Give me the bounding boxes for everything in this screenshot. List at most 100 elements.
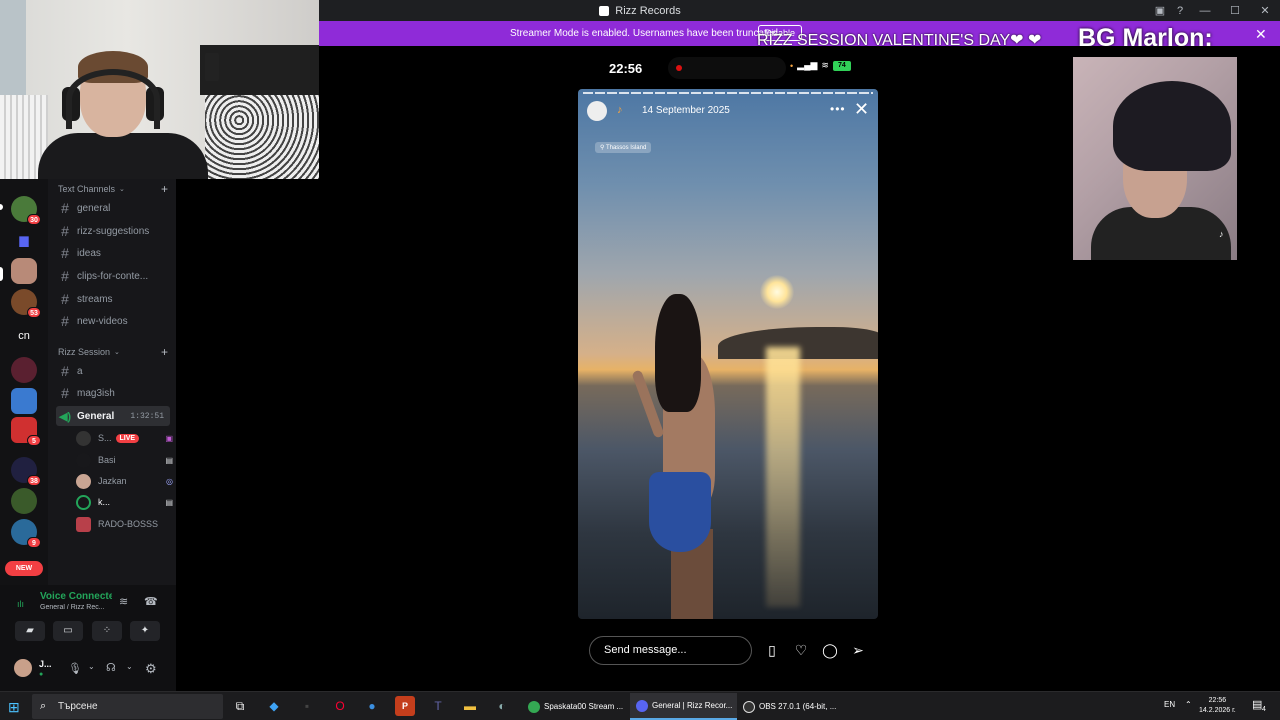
discord-app-icon — [599, 5, 610, 16]
server-badge: 5 — [27, 435, 41, 446]
activities-button[interactable]: ⁘ — [92, 621, 122, 641]
avatar — [76, 430, 91, 446]
online-status-icon: ● — [39, 671, 44, 678]
file-explorer-icon[interactable]: ▬ — [460, 696, 480, 716]
server-badge: 9 — [27, 537, 41, 548]
gamepad-icon: ◎ — [166, 476, 173, 486]
tray-chevron-icon[interactable]: ⌃ — [1185, 700, 1192, 709]
location-sticker[interactable]: ⚲ Thassos Island — [595, 142, 652, 153]
channel-streams[interactable]: # streams — [56, 289, 170, 309]
windows-start-icon[interactable]: ⊞ — [8, 699, 20, 716]
steam-icon[interactable]: ◐ — [492, 696, 512, 716]
server-icon-4[interactable] — [11, 388, 37, 414]
chevron-down-icon[interactable]: ⌄ — [126, 662, 133, 671]
channel-label: streams — [77, 293, 113, 305]
instagram-story[interactable]: ♪ 14 September 2025 ••• ✕ ⚲ Thassos Isla… — [578, 89, 878, 619]
notification-count: 4 — [1262, 706, 1266, 713]
gear-icon[interactable]: ⚙ — [145, 661, 157, 677]
stream-overlay-title: RIZZ SESSION VALENTINE'S DAY❤ ❤ — [757, 32, 1042, 49]
taskbar-search[interactable]: ⌕ Търсене — [32, 694, 223, 719]
category-text-channels[interactable]: Text Channels ⌄ + — [58, 182, 168, 196]
powerpoint-icon[interactable]: P — [395, 696, 415, 716]
disconnect-icon[interactable]: ☎ — [144, 595, 158, 608]
soundboard-button[interactable]: ✦ — [130, 621, 160, 641]
notifications-icon[interactable]: ▤ — [1252, 698, 1262, 711]
search-icon: ⌕ — [40, 700, 47, 712]
channel-label: clips-for-conte... — [77, 270, 149, 282]
voice-user[interactable]: k... ▤ — [76, 492, 173, 512]
teams-icon[interactable]: T — [428, 696, 448, 716]
server-icon-7[interactable] — [11, 488, 37, 514]
voice-user[interactable]: S... LIVE ▣ — [76, 428, 173, 448]
vscode-icon[interactable]: ◆ — [264, 696, 284, 716]
taskbar-window-obs[interactable]: OBS 27.0.1 (64-bit, ... — [737, 693, 844, 720]
more-options-icon[interactable]: ••• — [830, 102, 846, 116]
hash-icon: # — [61, 291, 69, 307]
channel-a[interactable]: # a — [56, 361, 170, 381]
category-rizz-session[interactable]: Rizz Session ⌄ + — [58, 345, 168, 359]
windows-taskbar: ⊞ ⌕ Търсене ⧉ ◆ ▪ O ● P T ▬ ◐ Spaskata00… — [0, 691, 1280, 720]
channel-general[interactable]: # general — [56, 198, 170, 218]
share-screen-button[interactable]: ▭ — [53, 621, 83, 641]
sun — [760, 275, 794, 309]
category-label: Rizz Session — [58, 347, 111, 357]
server-icon-2[interactable]: 53 — [11, 289, 41, 318]
obs-icon — [743, 700, 755, 713]
voice-user[interactable]: RADO-BOSSS — [76, 514, 166, 534]
server-icon-6[interactable]: 38 — [11, 457, 41, 486]
server-icon-cn[interactable]: cn — [11, 323, 37, 349]
video-person-hood — [1113, 81, 1231, 171]
close-story-icon[interactable]: ✕ — [854, 99, 869, 120]
minimize-button[interactable]: — — [1190, 5, 1220, 17]
noise-suppression-icon[interactable]: ≋ — [119, 595, 128, 608]
share-send-icon[interactable]: ➢ — [849, 642, 867, 659]
server-icon-rizz-records[interactable] — [11, 258, 37, 284]
comment-icon[interactable]: ◯ — [821, 642, 839, 659]
opera-icon[interactable]: O — [330, 696, 350, 716]
channel-clips[interactable]: # clips-for-conte... — [56, 266, 170, 286]
camera-off-button[interactable]: ▰ — [15, 621, 45, 641]
inbox-icon[interactable]: ▣ — [1150, 4, 1170, 17]
send-message-input[interactable]: Send message... — [589, 636, 752, 665]
add-to-story-icon[interactable]: ▯ — [763, 642, 781, 659]
voice-channel-general[interactable]: ◀) General 1:32:51 — [56, 406, 170, 426]
folder-icon[interactable]: ▆ — [11, 227, 37, 253]
user-avatar[interactable] — [14, 659, 32, 677]
microphone-icon[interactable]: 🎙︎ — [68, 662, 82, 675]
task-view-icon[interactable]: ⧉ — [230, 696, 250, 716]
window-title: Rizz Records — [615, 4, 681, 17]
taskbar-clock[interactable]: 22:56 14.2.2026 г. — [1199, 696, 1236, 716]
story-author-avatar[interactable] — [587, 101, 607, 121]
maximize-button[interactable]: ☐ — [1220, 4, 1250, 17]
close-banner-icon[interactable]: ✕ — [1255, 26, 1267, 43]
server-icon-5[interactable]: 5 — [11, 417, 41, 446]
new-badge: NEW — [5, 561, 43, 576]
chevron-down-icon[interactable]: ⌄ — [88, 662, 95, 671]
close-window-button[interactable]: ✕ — [1250, 4, 1280, 17]
guild-selected-pill — [0, 267, 3, 281]
add-channel-icon[interactable]: + — [161, 345, 168, 359]
server-icon-1[interactable]: 30 — [11, 196, 41, 225]
like-heart-icon[interactable]: ♡ — [792, 642, 810, 659]
avatar — [76, 452, 91, 468]
pinned-app-icon[interactable]: ▪ — [297, 696, 317, 716]
taskbar-window-discord[interactable]: General | Rizz Recor... — [630, 693, 737, 720]
browser-icon[interactable]: ● — [362, 696, 382, 716]
headphones-icon[interactable]: ☊ — [106, 661, 116, 674]
clock-date: 14.2.2026 г. — [1199, 707, 1236, 714]
voice-user[interactable]: Jazkan ◎ — [76, 471, 173, 491]
language-indicator[interactable]: EN — [1164, 700, 1175, 709]
channel-mag3ish[interactable]: # mag3ish — [56, 383, 170, 403]
channel-rizz-suggestions[interactable]: # rizz-suggestions — [56, 221, 170, 241]
voice-user-name: Basi — [98, 455, 116, 465]
server-icon-8[interactable]: 9 — [11, 519, 41, 548]
taskbar-window-chrome[interactable]: Spaskata00 Stream ... — [522, 693, 629, 720]
device-icon: ▤ — [165, 455, 173, 465]
channel-ideas[interactable]: # ideas — [56, 243, 170, 263]
server-icon-3[interactable] — [11, 357, 37, 383]
help-icon[interactable]: ? — [1170, 5, 1190, 17]
voice-connected-status[interactable]: Voice Connected — [40, 591, 112, 602]
add-channel-icon[interactable]: + — [161, 182, 168, 196]
voice-user[interactable]: Basi ▤ — [76, 450, 173, 470]
channel-new-videos[interactable]: # new-videos — [56, 311, 170, 331]
